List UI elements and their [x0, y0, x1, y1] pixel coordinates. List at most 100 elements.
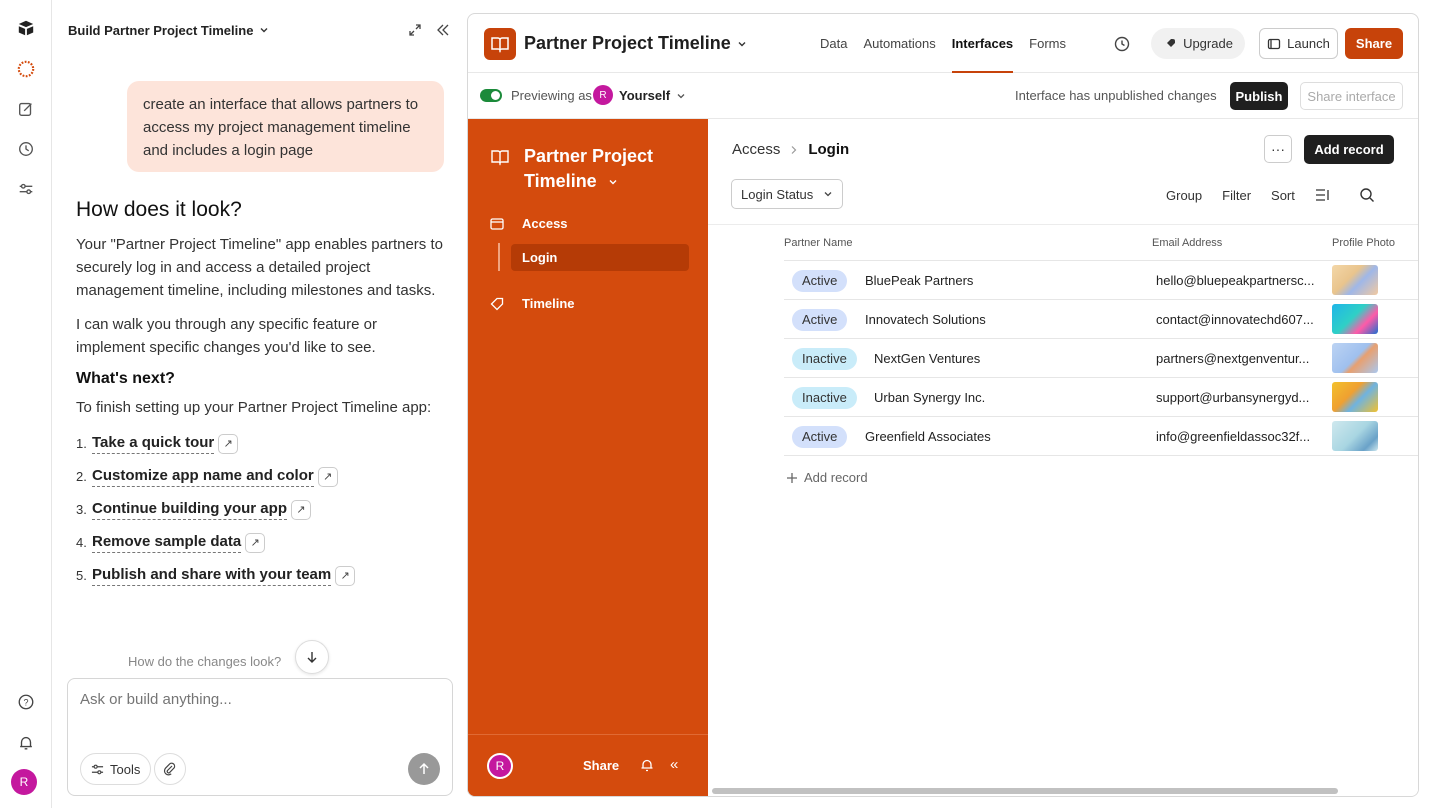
composer: Tools: [67, 678, 453, 796]
tab-automations[interactable]: Automations: [863, 14, 935, 73]
tab-interfaces[interactable]: Interfaces: [951, 14, 1014, 73]
chevron-down-icon: [609, 180, 617, 185]
scroll-down-button[interactable]: [295, 640, 329, 674]
partner-email: hello@bluepeakpartnersc...: [1156, 273, 1315, 288]
filter-button[interactable]: Filter: [1222, 188, 1251, 203]
external-link-icon[interactable]: ↗: [317, 466, 338, 487]
user-avatar[interactable]: R: [11, 769, 37, 795]
list-item[interactable]: 1. Take a quick tour ↗: [76, 433, 448, 454]
send-button[interactable]: [408, 753, 440, 785]
preview-toggle[interactable]: [480, 89, 502, 102]
left-rail: ? R: [0, 0, 52, 808]
sliders-icon: [91, 764, 104, 774]
login-status-filter-dropdown[interactable]: Login Status: [731, 179, 843, 209]
table-row[interactable]: Inactive NextGen Ventures partners@nextg…: [784, 339, 1418, 378]
breadcrumb-item[interactable]: Access: [732, 141, 780, 158]
tree-line: [498, 243, 500, 271]
history-icon[interactable]: [13, 136, 39, 162]
external-link-icon[interactable]: ↗: [245, 532, 266, 553]
omni-ai-icon[interactable]: [13, 56, 39, 82]
chevron-down-icon: [824, 192, 832, 197]
more-options-button[interactable]: ···: [1264, 135, 1292, 163]
svg-text:?: ?: [23, 698, 28, 708]
group-button[interactable]: Group: [1166, 188, 1202, 203]
preview-bar: Previewing as R Yourself Interface has u…: [468, 73, 1418, 119]
step-link[interactable]: Continue building your app: [92, 499, 287, 520]
tools-button[interactable]: Tools: [80, 753, 152, 785]
external-link-icon[interactable]: ↗: [290, 499, 311, 520]
bell-icon[interactable]: [639, 757, 655, 773]
app-title[interactable]: Partner Project Timeline: [524, 33, 747, 54]
book-icon[interactable]: [484, 28, 516, 60]
profile-photo[interactable]: [1332, 343, 1378, 373]
breadcrumb: Access Login: [732, 141, 849, 158]
external-link-icon[interactable]: ↗: [335, 565, 356, 586]
step-link[interactable]: Customize app name and color: [92, 466, 314, 487]
sidebar-item-login[interactable]: Login: [511, 244, 689, 271]
tab-forms[interactable]: Forms: [1029, 14, 1066, 73]
help-icon[interactable]: ?: [13, 689, 39, 715]
arrow-down-icon: [307, 652, 317, 663]
share-button[interactable]: Share: [1345, 28, 1403, 59]
table-row[interactable]: Active Innovatech Solutions contact@inno…: [784, 300, 1418, 339]
share-interface-button[interactable]: Share interface: [1300, 82, 1403, 110]
rocket-icon: [1166, 38, 1176, 48]
add-record-row-button[interactable]: Add record: [786, 470, 868, 485]
attach-button[interactable]: [154, 753, 186, 785]
search-icon[interactable]: [1359, 187, 1375, 203]
partner-email: support@urbansynergyd...: [1156, 390, 1310, 405]
arrow-up-icon: [419, 762, 429, 774]
list-item[interactable]: 2. Customize app name and color ↗: [76, 466, 448, 487]
partner-email: partners@nextgenventur...: [1156, 351, 1310, 366]
next-heading: What's next?: [76, 370, 175, 387]
table-row[interactable]: Inactive Urban Synergy Inc. support@urba…: [784, 378, 1418, 417]
launch-button[interactable]: Launch: [1259, 28, 1338, 59]
chat-title[interactable]: Build Partner Project Timeline: [68, 23, 253, 38]
step-link[interactable]: Remove sample data: [92, 532, 242, 553]
step-link[interactable]: Take a quick tour: [92, 433, 215, 454]
settings-sliders-icon[interactable]: [13, 176, 39, 202]
list-item[interactable]: 5. Publish and share with your team ↗: [76, 565, 448, 586]
profile-photo[interactable]: [1332, 421, 1378, 451]
table-row[interactable]: Active BluePeak Partners hello@bluepeakp…: [784, 261, 1418, 300]
sidebar-share-button[interactable]: Share: [583, 758, 619, 773]
edit-icon[interactable]: [13, 96, 39, 122]
status-badge: Active: [792, 270, 848, 292]
bell-icon[interactable]: [13, 730, 39, 756]
row-height-icon[interactable]: [1315, 188, 1331, 202]
avatar[interactable]: R: [487, 753, 513, 779]
profile-photo[interactable]: [1332, 382, 1378, 412]
external-link-icon[interactable]: ↗: [218, 433, 239, 454]
status-badge: Inactive: [792, 348, 857, 370]
column-header[interactable]: Email Address: [1152, 237, 1222, 249]
chat-input[interactable]: [80, 691, 440, 708]
sidebar-header[interactable]: Partner Project Timeline: [490, 144, 664, 194]
assistant-answer: How does it look? Your "Partner Project …: [76, 198, 448, 598]
answer-paragraph: Your "Partner Project Timeline" app enab…: [76, 236, 443, 299]
list-item[interactable]: 4. Remove sample data ↗: [76, 532, 448, 553]
chevron-down-icon: [738, 41, 746, 46]
list-item[interactable]: 3. Continue building your app ↗: [76, 499, 448, 520]
logo-icon[interactable]: [13, 15, 39, 41]
history-icon[interactable]: [1112, 34, 1132, 54]
collapse-panel-icon[interactable]: [436, 23, 450, 37]
sidebar-item-timeline[interactable]: Timeline: [490, 296, 575, 311]
collapse-sidebar-icon[interactable]: «: [670, 756, 678, 773]
view-toolbar: Group Filter Sort: [1166, 187, 1375, 203]
column-header[interactable]: Partner Name: [784, 237, 852, 249]
profile-photo[interactable]: [1332, 265, 1378, 295]
expand-icon[interactable]: [408, 23, 422, 37]
step-link[interactable]: Publish and share with your team: [92, 565, 332, 586]
column-header[interactable]: Profile Photo: [1332, 237, 1395, 249]
horizontal-scrollbar[interactable]: [712, 788, 1338, 794]
chevron-down-icon[interactable]: [259, 25, 269, 35]
upgrade-button[interactable]: Upgrade: [1151, 28, 1245, 59]
publish-button[interactable]: Publish: [1230, 82, 1288, 110]
add-record-button[interactable]: Add record: [1304, 135, 1394, 164]
sidebar-item-access[interactable]: Access: [490, 216, 568, 231]
preview-user-dropdown[interactable]: Yourself: [619, 88, 686, 103]
table-row[interactable]: Active Greenfield Associates info@greenf…: [784, 417, 1418, 456]
profile-photo[interactable]: [1332, 304, 1378, 334]
sort-button[interactable]: Sort: [1271, 188, 1295, 203]
tab-data[interactable]: Data: [820, 14, 847, 73]
